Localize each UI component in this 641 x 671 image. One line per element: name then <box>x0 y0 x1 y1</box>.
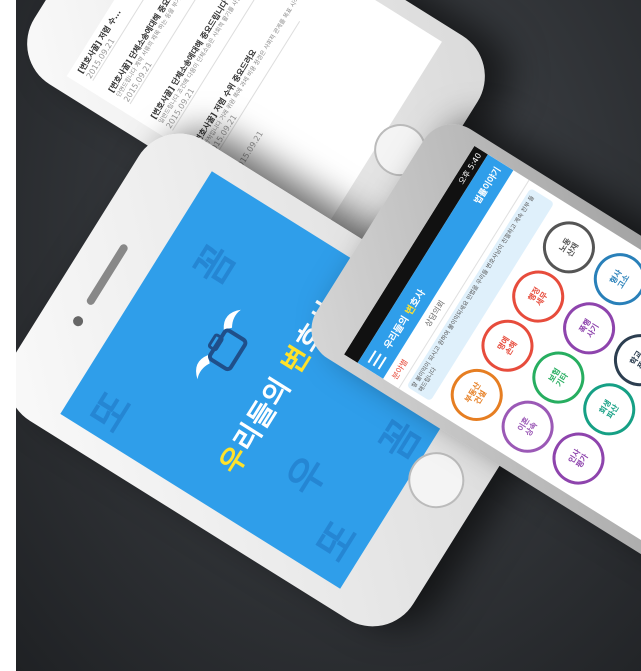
watermark-glyph: 우 <box>278 448 338 504</box>
promo-backdrop: [변호사꿀] 저렴 수... 2015.09.21 [변호사꿀] 단체소송에대해… <box>16 0 641 671</box>
hamburger-menu-icon[interactable] <box>367 350 387 370</box>
watermark-glyph: 또 <box>82 384 142 441</box>
winged-briefcase-logo-icon <box>196 309 248 380</box>
speaker-grille <box>85 242 130 307</box>
front-camera-icon <box>71 314 85 329</box>
watermark-glyph: 또 <box>308 514 367 570</box>
watermark-glyph: 꼼 <box>186 237 245 293</box>
